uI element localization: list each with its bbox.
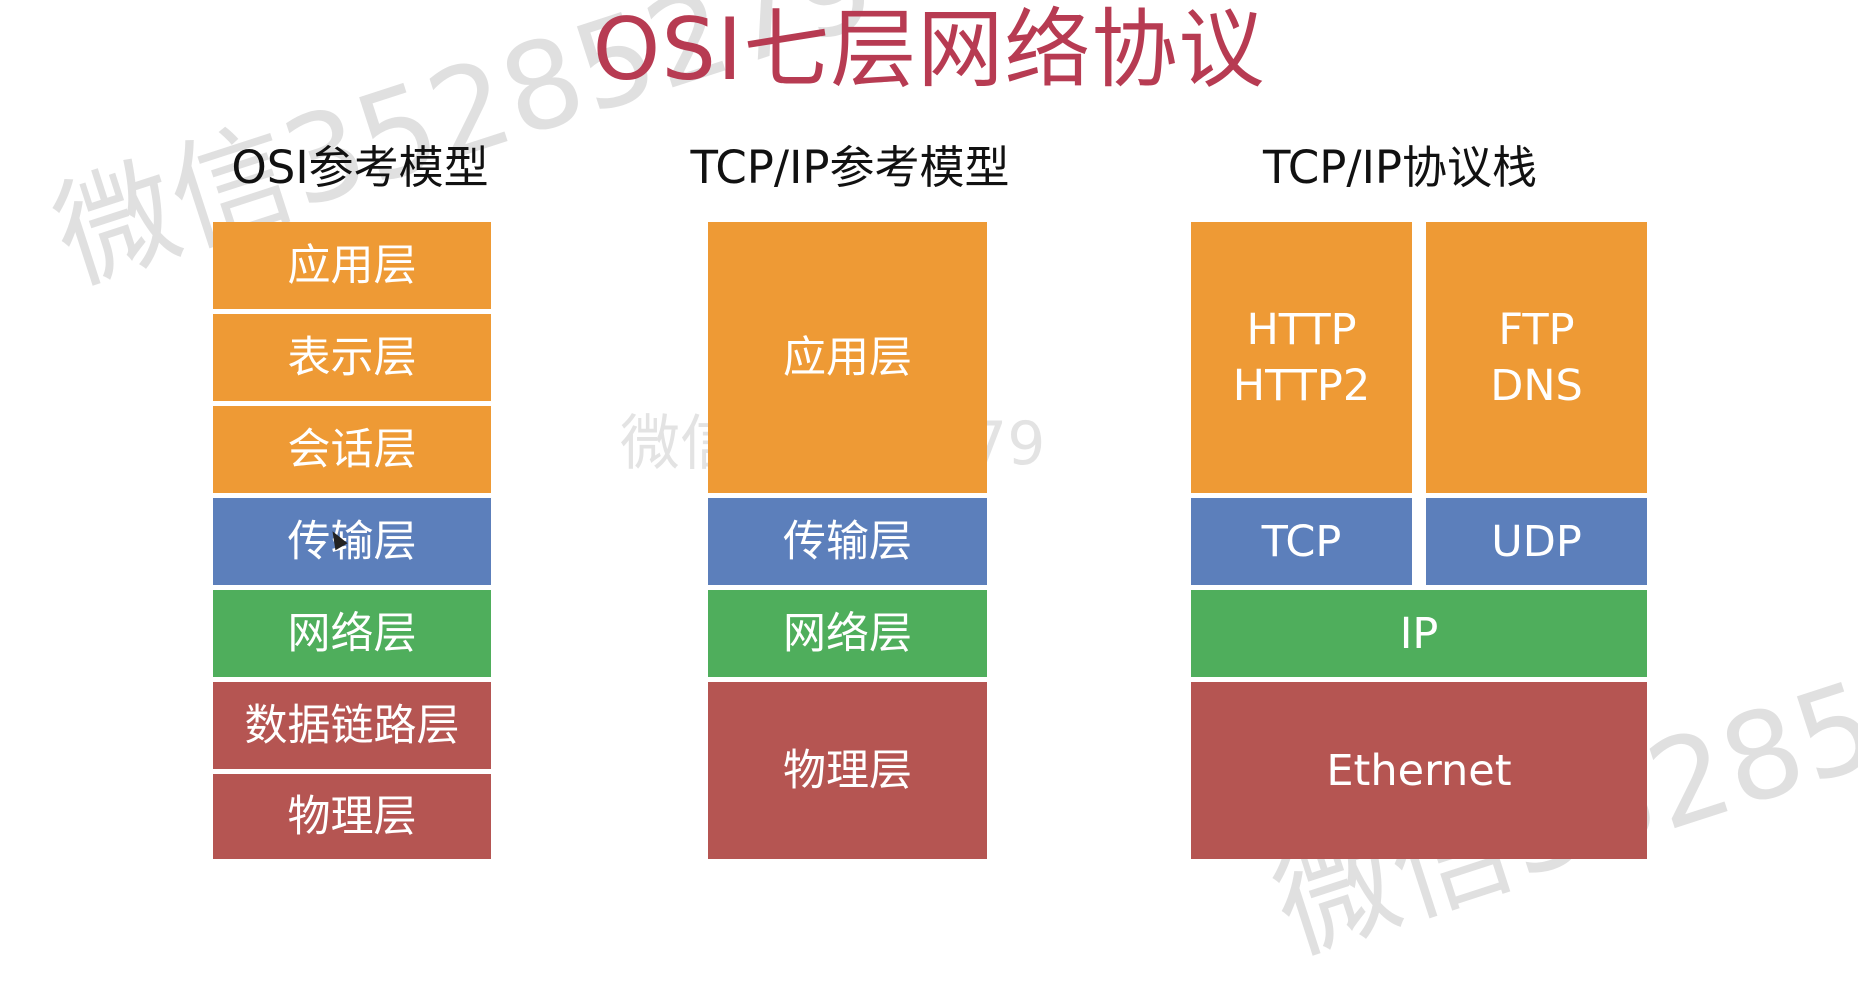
dns-label: DNS [1490, 360, 1583, 411]
ftp-label: FTP [1498, 304, 1575, 355]
osi-application-layer: 应用层 [213, 222, 491, 309]
osi-presentation-layer: 表示层 [213, 314, 491, 401]
tcpip-application-layer: 应用层 [708, 222, 987, 493]
stack-ftp-dns-block: FTP DNS [1426, 222, 1647, 493]
stack-http-block: HTTP HTTP2 [1191, 222, 1412, 493]
page-title: OSI七层网络协议 [592, 0, 1266, 100]
osi-session-layer: 会话层 [213, 406, 491, 493]
tcpip-network-layer: 网络层 [708, 590, 987, 677]
tcpip-heading: TCP/IP参考模型 [690, 141, 1010, 194]
osi-heading: OSI参考模型 [231, 141, 489, 194]
osi-physical-layer: 物理层 [213, 774, 491, 859]
osi-transport-layer: 传输层 [213, 498, 491, 585]
osi-datalink-layer: 数据链路层 [213, 682, 491, 769]
tcpip-transport-layer: 传输层 [708, 498, 987, 585]
osi-network-layer: 网络层 [213, 590, 491, 677]
stack-udp-block: UDP [1426, 498, 1647, 585]
http-label: HTTP [1246, 304, 1357, 355]
tcpip-physical-layer: 物理层 [708, 682, 987, 859]
http2-label: HTTP2 [1232, 360, 1371, 411]
stack-heading: TCP/IP协议栈 [1263, 141, 1537, 194]
stack-ip-block: IP [1191, 590, 1647, 677]
stack-ethernet-block: Ethernet [1191, 682, 1647, 859]
stack-tcp-block: TCP [1191, 498, 1412, 585]
